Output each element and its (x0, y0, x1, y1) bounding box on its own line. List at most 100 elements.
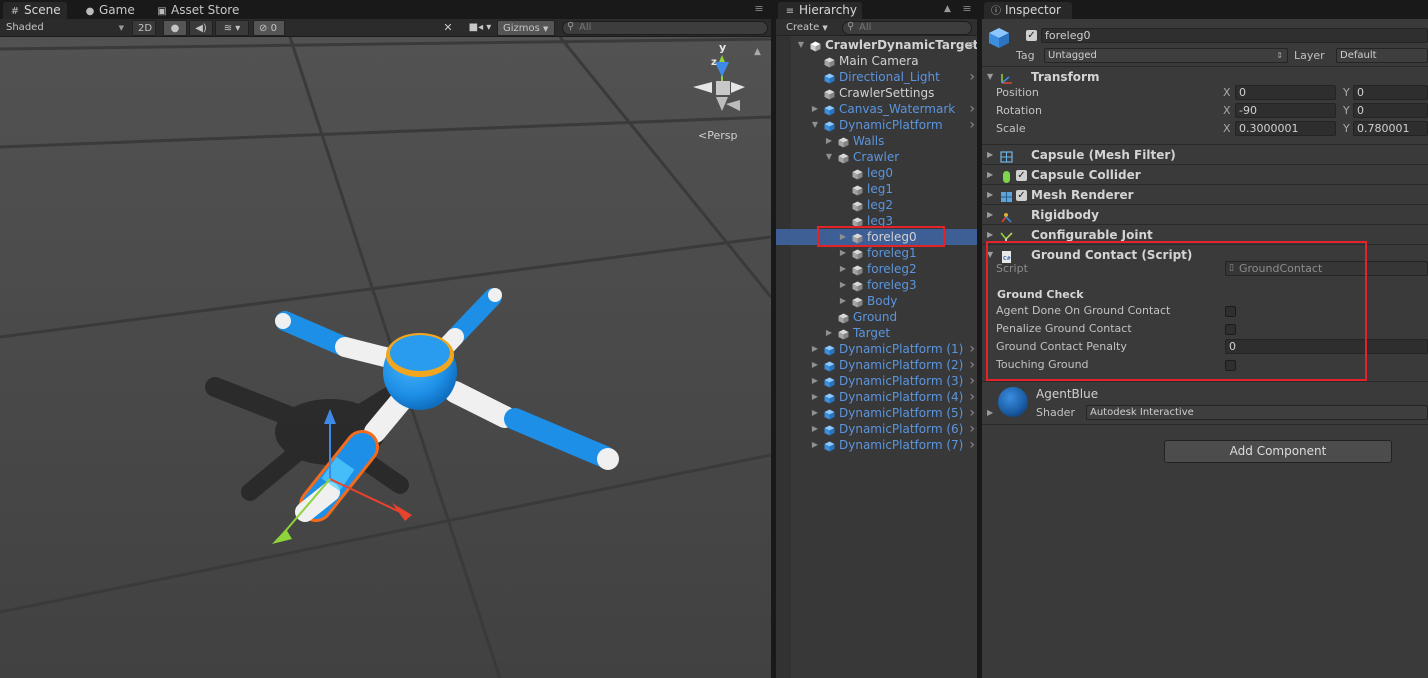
expand-arrow-icon[interactable]: ▶ (810, 357, 820, 373)
prefab-open-arrow-icon[interactable]: › (969, 341, 975, 357)
hierarchy-item[interactable]: Directional_Light › (776, 69, 977, 85)
scale-y-field[interactable]: 0.780001 (1353, 121, 1428, 136)
lock-icon[interactable]: ▲ (754, 47, 761, 57)
hierarchy-item[interactable]: ▶ DynamicPlatform (1) › (776, 341, 977, 357)
hierarchy-item[interactable]: leg0 (776, 165, 977, 181)
hierarchy-item[interactable]: leg2 (776, 197, 977, 213)
hierarchy-item[interactable]: ▶ foreleg3 (776, 277, 977, 293)
hierarchy-item-label: Crawler (853, 150, 900, 164)
hierarchy-item[interactable]: ▶ DynamicPlatform (7) › (776, 437, 977, 453)
collapse-arrow-icon[interactable]: ▼ (796, 37, 806, 53)
position-x-field[interactable]: 0 (1235, 85, 1336, 100)
camera-settings-dropdown[interactable]: ■◂ ▾ (466, 20, 494, 36)
prefab-open-arrow-icon[interactable]: › (969, 405, 975, 421)
panel-options-icon[interactable]: ≡ (752, 2, 766, 16)
expand-arrow-icon[interactable]: ▶ (838, 293, 848, 309)
collapse-arrow-icon[interactable]: ▼ (824, 149, 834, 165)
scene-options-icon[interactable]: ≡ (966, 37, 975, 53)
audio-toggle-button[interactable]: ◀) (189, 20, 213, 36)
expand-arrow-icon[interactable]: ▶ (810, 101, 820, 117)
expand-arrow-icon[interactable]: ▶ (987, 408, 993, 417)
hierarchy-item[interactable]: ▶ DynamicPlatform (2) › (776, 357, 977, 373)
prefab-open-arrow-icon[interactable]: › (969, 421, 975, 437)
capsule-collider-enabled-checkbox[interactable]: ✓ (1016, 170, 1027, 181)
hierarchy-item[interactable]: ▶ DynamicPlatform (6) › (776, 421, 977, 437)
hierarchy-item[interactable]: ▶ DynamicPlatform (5) › (776, 405, 977, 421)
hierarchy-search-input[interactable]: ⚲ All (842, 21, 972, 35)
prefab-open-arrow-icon[interactable]: › (969, 437, 975, 453)
mesh-renderer-enabled-checkbox[interactable]: ✓ (1016, 190, 1027, 201)
hierarchy-item[interactable]: Main Camera (776, 53, 977, 69)
expand-arrow-icon[interactable]: ▶ (810, 373, 820, 389)
collapse-arrow-icon[interactable]: ▼ (810, 117, 820, 133)
create-dropdown[interactable]: Create ▼ (786, 20, 828, 35)
mesh-renderer-component-header[interactable]: ▶ ✓ Mesh Renderer (982, 184, 1428, 204)
panel-options-icon[interactable]: ≡ (960, 2, 974, 16)
hierarchy-item[interactable]: ▶ Target (776, 325, 977, 341)
scene-search-input[interactable]: ⚲ All (562, 21, 768, 35)
material-preview-sphere (998, 387, 1028, 417)
transform-component-header[interactable]: ▼ Transform (982, 66, 1428, 86)
rotation-x-field[interactable]: -90 (1235, 103, 1336, 118)
hierarchy-item[interactable]: leg1 (776, 181, 977, 197)
active-checkbox[interactable]: ✓ (1026, 30, 1037, 41)
tab-inspector[interactable]: ⓘ Inspector (984, 2, 1072, 19)
shading-mode-dropdown[interactable]: Shaded ▼ (6, 20, 126, 36)
hierarchy-item[interactable]: ▶ Walls (776, 133, 977, 149)
expand-arrow-icon[interactable]: ▶ (810, 437, 820, 453)
expand-arrow-icon[interactable]: ▶ (838, 261, 848, 277)
rigidbody-component-header[interactable]: ▶ Rigidbody (982, 204, 1428, 224)
capsule-collider-component-header[interactable]: ▶ ✓ Capsule Collider (982, 164, 1428, 184)
hidden-objects-toggle[interactable]: ⊘ 0 (253, 20, 285, 36)
prefab-open-arrow-icon[interactable]: › (969, 373, 975, 389)
gameobject-icon (838, 152, 849, 164)
prefab-icon (824, 408, 835, 420)
position-y-field[interactable]: 0 (1353, 85, 1428, 100)
shader-dropdown[interactable]: Autodesk Interactive (1086, 405, 1428, 420)
hierarchy-item[interactable]: ▶ Canvas_Watermark › (776, 101, 977, 117)
scale-x-field[interactable]: 0.3000001 (1235, 121, 1336, 136)
hierarchy-item[interactable]: CrawlerSettings (776, 85, 977, 101)
tab-scene[interactable]: # Scene (3, 2, 67, 19)
prefab-open-arrow-icon[interactable]: › (969, 101, 975, 117)
rotation-y-field[interactable]: 0 (1353, 103, 1428, 118)
expand-arrow-icon[interactable]: ▶ (824, 325, 834, 341)
expand-arrow-icon[interactable]: ▶ (810, 421, 820, 437)
tools-icon[interactable]: ✕ (440, 20, 456, 36)
hierarchy-item[interactable]: ▶ DynamicPlatform (4) › (776, 389, 977, 405)
gizmos-dropdown[interactable]: Gizmos ▼ (497, 20, 555, 36)
toggle-2d-button[interactable]: 2D (132, 20, 156, 36)
prefab-open-arrow-icon[interactable]: › (969, 389, 975, 405)
hierarchy-item[interactable]: ▶ foreleg1 (776, 245, 977, 261)
projection-toggle[interactable]: <Persp (698, 129, 737, 142)
expand-arrow-icon[interactable]: ▶ (810, 389, 820, 405)
prefab-open-arrow-icon[interactable]: › (969, 69, 975, 85)
add-component-button[interactable]: Add Component (1164, 440, 1392, 463)
tab-hierarchy[interactable]: ≡ Hierarchy (778, 2, 862, 19)
lock-icon[interactable]: ▲ (944, 4, 951, 14)
mesh-filter-component-header[interactable]: ▶ Capsule (Mesh Filter) (982, 144, 1428, 164)
hierarchy-item[interactable]: Ground (776, 309, 977, 325)
expand-arrow-icon[interactable]: ▶ (838, 245, 848, 261)
hierarchy-item[interactable]: ▼ Crawler (776, 149, 977, 165)
expand-arrow-icon[interactable]: ▶ (838, 277, 848, 293)
layer-dropdown[interactable]: Default (1336, 48, 1428, 63)
tag-dropdown[interactable]: Untagged ⇕ (1044, 48, 1288, 63)
tab-asset-store[interactable]: ▣ Asset Store (150, 2, 250, 19)
hierarchy-item[interactable]: ▼ CrawlerDynamicTarget ≡ (776, 37, 977, 53)
lighting-toggle-button[interactable]: ● (163, 20, 187, 36)
expand-arrow-icon[interactable]: ▶ (810, 405, 820, 421)
effects-dropdown[interactable]: ≋ ▾ (215, 20, 249, 36)
hierarchy-item[interactable]: ▼ DynamicPlatform › (776, 117, 977, 133)
hierarchy-item[interactable]: ▶ foreleg2 (776, 261, 977, 277)
object-name-field[interactable]: foreleg0 (1041, 28, 1428, 43)
expand-arrow-icon[interactable]: ▶ (810, 341, 820, 357)
search-icon: ⚲ (847, 21, 855, 32)
scene-viewport[interactable]: y z ▲ <Persp (0, 37, 771, 678)
prefab-open-arrow-icon[interactable]: › (969, 117, 975, 133)
hierarchy-item[interactable]: ▶ DynamicPlatform (3) › (776, 373, 977, 389)
expand-arrow-icon[interactable]: ▶ (824, 133, 834, 149)
prefab-open-arrow-icon[interactable]: › (969, 357, 975, 373)
tab-game[interactable]: ● Game (78, 2, 148, 19)
hierarchy-item[interactable]: ▶ Body (776, 293, 977, 309)
